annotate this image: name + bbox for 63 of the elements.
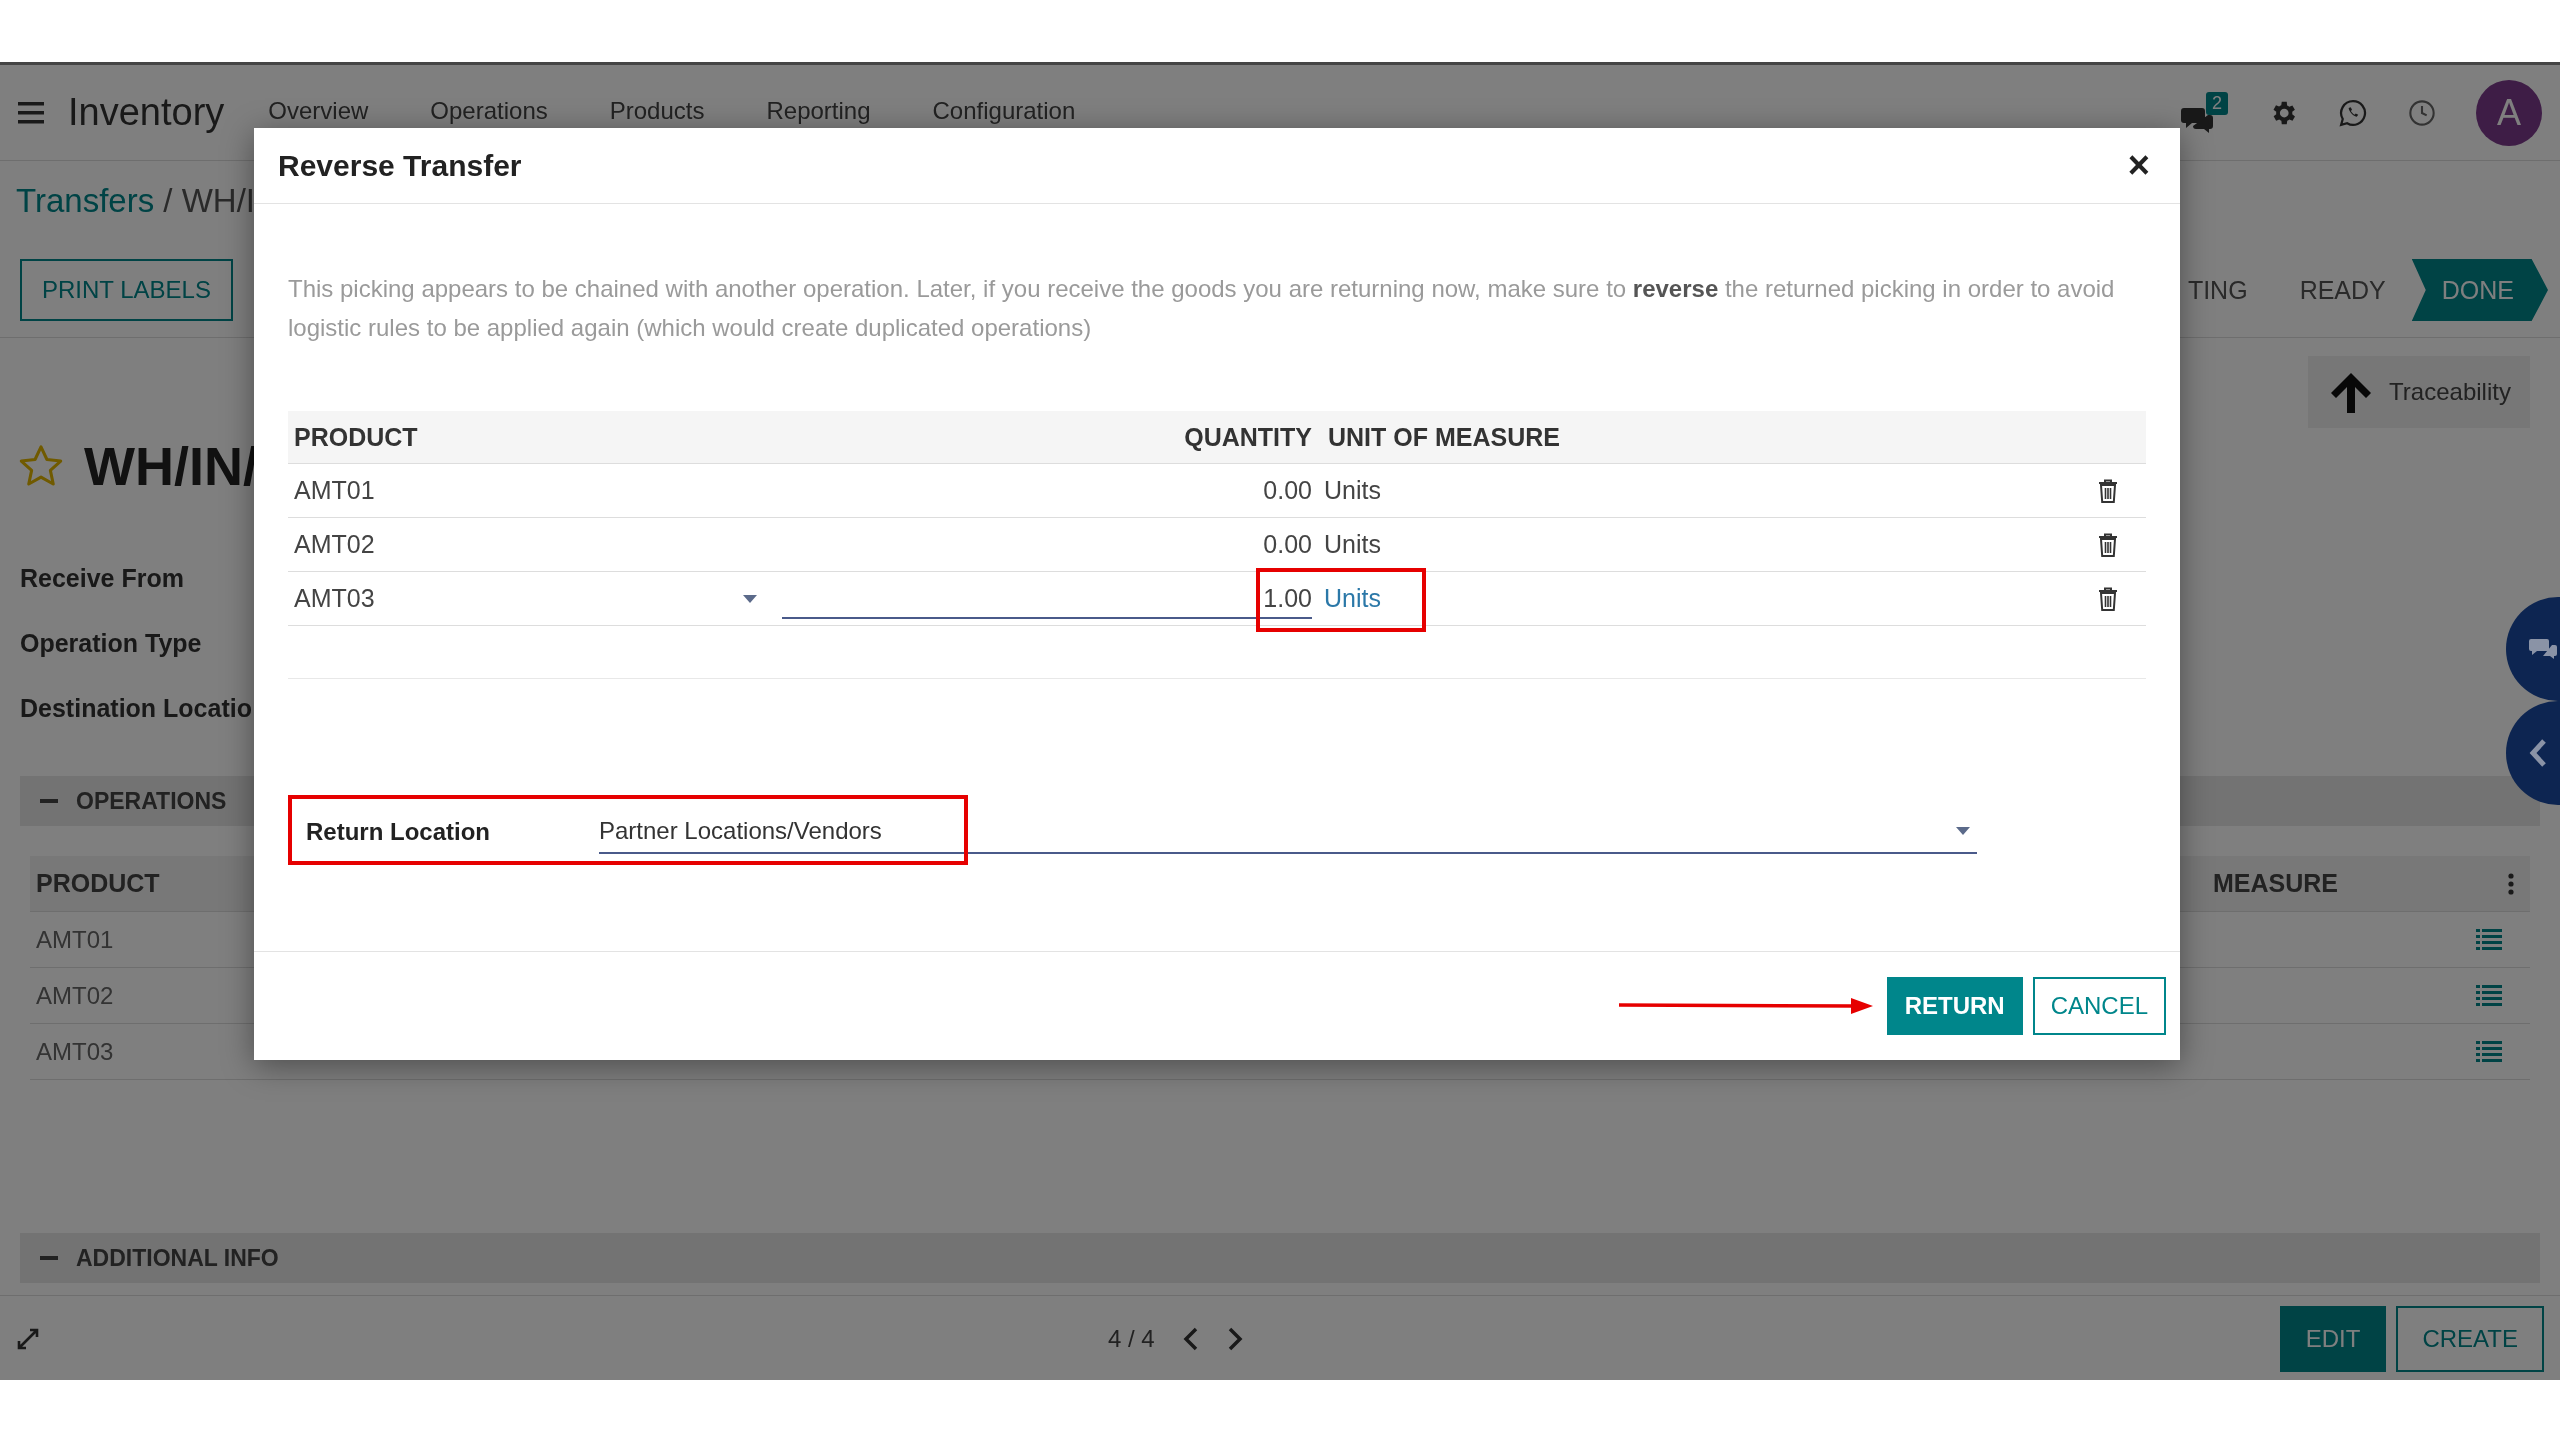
column-header: UNIT OF MEASURE: [1327, 422, 1561, 452]
delete-icon[interactable]: [2098, 586, 2118, 611]
menu-item[interactable]: Operations: [430, 97, 548, 125]
warning-message: This picking appears to be chained with another operation. Later, if you receive the goods you are returning now, make sure to reverse the returned picking in order to avoid logistic rules to be applied again (which would create duplicated operations): [288, 274, 2116, 343]
menu-item[interactable]: Configuration: [932, 97, 1076, 125]
menu-item[interactable]: Products: [609, 97, 705, 125]
field-label: Return Location: [306, 818, 491, 846]
create-button[interactable]: CREATE: [2396, 1305, 2544, 1372]
stage-tab[interactable]: READY: [2273, 259, 2412, 321]
menu-item[interactable]: Reporting: [766, 97, 871, 125]
delete-icon[interactable]: [2098, 478, 2118, 503]
field-label: Operation Type: [20, 629, 202, 657]
product-cell: AMT02: [294, 530, 375, 559]
pager-text: 4 / 4: [1108, 1324, 1155, 1353]
quantity-field[interactable]: 1.00: [782, 578, 1312, 619]
stage-tab[interactable]: DONE: [2411, 259, 2548, 321]
clock-icon[interactable]: [2408, 98, 2436, 127]
column-header: PRODUCT: [293, 422, 419, 452]
product-cell[interactable]: AMT03: [294, 584, 375, 613]
chat-icon: [2528, 637, 2558, 661]
column-header: MEASURE: [2213, 869, 2338, 898]
breadcrumb-current: / WH/I: [163, 182, 255, 219]
quantity-cell-text: 0.00: [1262, 476, 1312, 505]
list-icon[interactable]: [2476, 984, 2502, 1007]
unit-link[interactable]: Units: [1324, 584, 1381, 612]
breadcrumb-link[interactable]: Transfers: [16, 182, 155, 219]
unit-cell: Units: [1324, 476, 1381, 504]
unit-cell: Units: [1324, 530, 1381, 558]
dialog-title: Reverse Transfer: [278, 148, 522, 183]
app-title: Inventory: [68, 91, 225, 134]
list-icon[interactable]: [2476, 1040, 2502, 1063]
cancel-button[interactable]: CANCEL: [2032, 977, 2166, 1035]
record-title: WH/IN/: [84, 435, 258, 497]
kebab-icon[interactable]: [2508, 872, 2514, 895]
messages-button[interactable]: 2: [2180, 91, 2228, 134]
expand-icon[interactable]: [16, 1326, 40, 1351]
product-cell: AMT01: [294, 476, 375, 505]
menu-icon[interactable]: [18, 101, 44, 124]
traceability-button[interactable]: Traceability: [2308, 356, 2530, 428]
table-cell: AMT03: [36, 1037, 114, 1066]
previous-icon[interactable]: [1182, 1326, 1199, 1351]
caret-icon[interactable]: [742, 593, 758, 604]
chevron-left-icon: [2528, 738, 2548, 768]
additional-info-section-header[interactable]: ADDITIONAL INFO: [20, 1233, 2540, 1283]
field-label: Destination Locatio: [20, 694, 252, 722]
table-cell: AMT02: [36, 981, 114, 1010]
table-cell: AMT01: [36, 925, 114, 954]
quantity-cell-text: 0.00: [1262, 530, 1312, 559]
menu-item[interactable]: Overview: [268, 97, 369, 125]
column-header: QUANTITY: [1183, 422, 1312, 452]
next-icon[interactable]: [1226, 1326, 1243, 1351]
field-label: Receive From: [20, 564, 184, 592]
column-header: PRODUCT: [36, 869, 160, 898]
list-icon[interactable]: [2476, 928, 2502, 951]
star-icon[interactable]: [18, 444, 64, 488]
user-avatar[interactable]: A: [2476, 79, 2542, 146]
phone-chat-icon[interactable]: [2338, 97, 2368, 128]
return-location-field[interactable]: Partner Locations/Vendors: [599, 810, 1977, 854]
delete-icon[interactable]: [2098, 532, 2118, 557]
print-labels-button[interactable]: PRINT LABELS: [20, 259, 233, 321]
edit-button[interactable]: EDIT: [2279, 1305, 2387, 1372]
close-button[interactable]: ×: [2121, 144, 2156, 187]
return-button[interactable]: RETURN: [1886, 977, 2023, 1035]
